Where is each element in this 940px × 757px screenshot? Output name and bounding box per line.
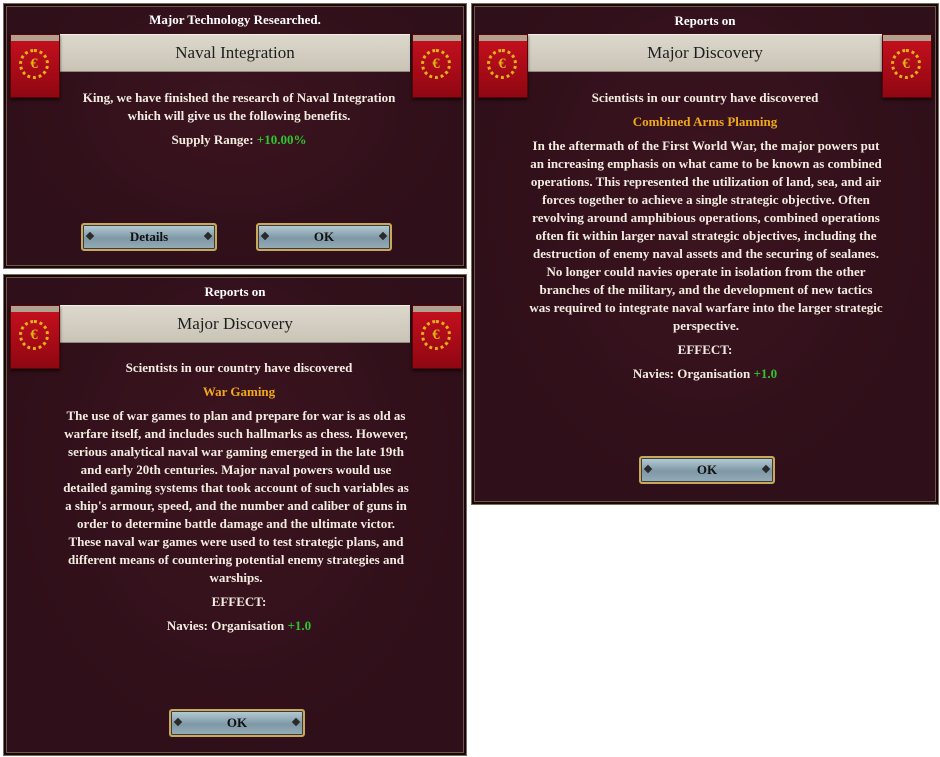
right-banner-icon: € [412,305,462,369]
panel-title: Major Discovery [177,314,293,333]
discovery-name: Combined Arms Planning [632,114,778,129]
panel-title: Major Discovery [647,43,763,62]
effect-label: EFFECT: [211,594,267,609]
discovery-intro: Scientists in our country have discovere… [125,360,353,375]
emblem-icon: € [19,320,49,350]
effect-name: Navies: Organisation [166,618,288,633]
panel-title-bar: Major Discovery [60,305,410,343]
effect-line: Navies: Organisation +1.0 [64,617,414,635]
panel-heading: Reports on [674,13,736,28]
effect-label: EFFECT: [677,342,733,357]
panel-heading: Reports on [204,284,266,299]
benefit-label: Supply Range: [171,132,257,147]
right-banner-icon: € [882,34,932,98]
emblem-icon: € [421,320,451,350]
left-banner-icon: € [10,34,60,98]
tech-benefit: Supply Range: +10.00% [64,131,414,149]
emblem-icon: € [421,49,451,79]
discovery-description: The use of war games to plan and prepare… [63,408,409,585]
ok-button[interactable]: OK [256,223,392,251]
effect-name: Navies: Organisation [632,366,754,381]
ok-button[interactable]: OK [169,709,305,737]
panel-title-bar: Naval Integration [60,34,410,72]
panel-heading: Major Technology Researched. [149,12,321,27]
emblem-icon: € [891,49,921,79]
tech-description: King, we have finished the research of N… [82,90,396,123]
emblem-icon: € [487,49,517,79]
discovery-name: War Gaming [202,384,276,399]
discovery-description: In the aftermath of the First World War,… [529,138,883,333]
left-banner-icon: € [10,305,60,369]
war-gaming-discovery-panel: Reports on Major Discovery € € Scientist… [3,274,467,756]
right-banner-icon: € [412,34,462,98]
panel-title-bar: Major Discovery [528,34,882,72]
emblem-icon: € [19,49,49,79]
effect-value: +1.0 [753,366,778,381]
panel-title: Naval Integration [175,43,295,62]
ok-button[interactable]: OK [639,456,775,484]
combined-arms-discovery-panel: Reports on Major Discovery € € Scientist… [471,3,939,505]
benefit-value: +10.00% [256,132,307,147]
tech-researched-panel: Major Technology Researched. Naval Integ… [3,3,467,269]
discovery-intro: Scientists in our country have discovere… [591,90,819,105]
left-banner-icon: € [478,34,528,98]
details-button[interactable]: Details [81,223,217,251]
effect-value: +1.0 [287,618,312,633]
effect-line: Navies: Organisation +1.0 [530,365,880,383]
